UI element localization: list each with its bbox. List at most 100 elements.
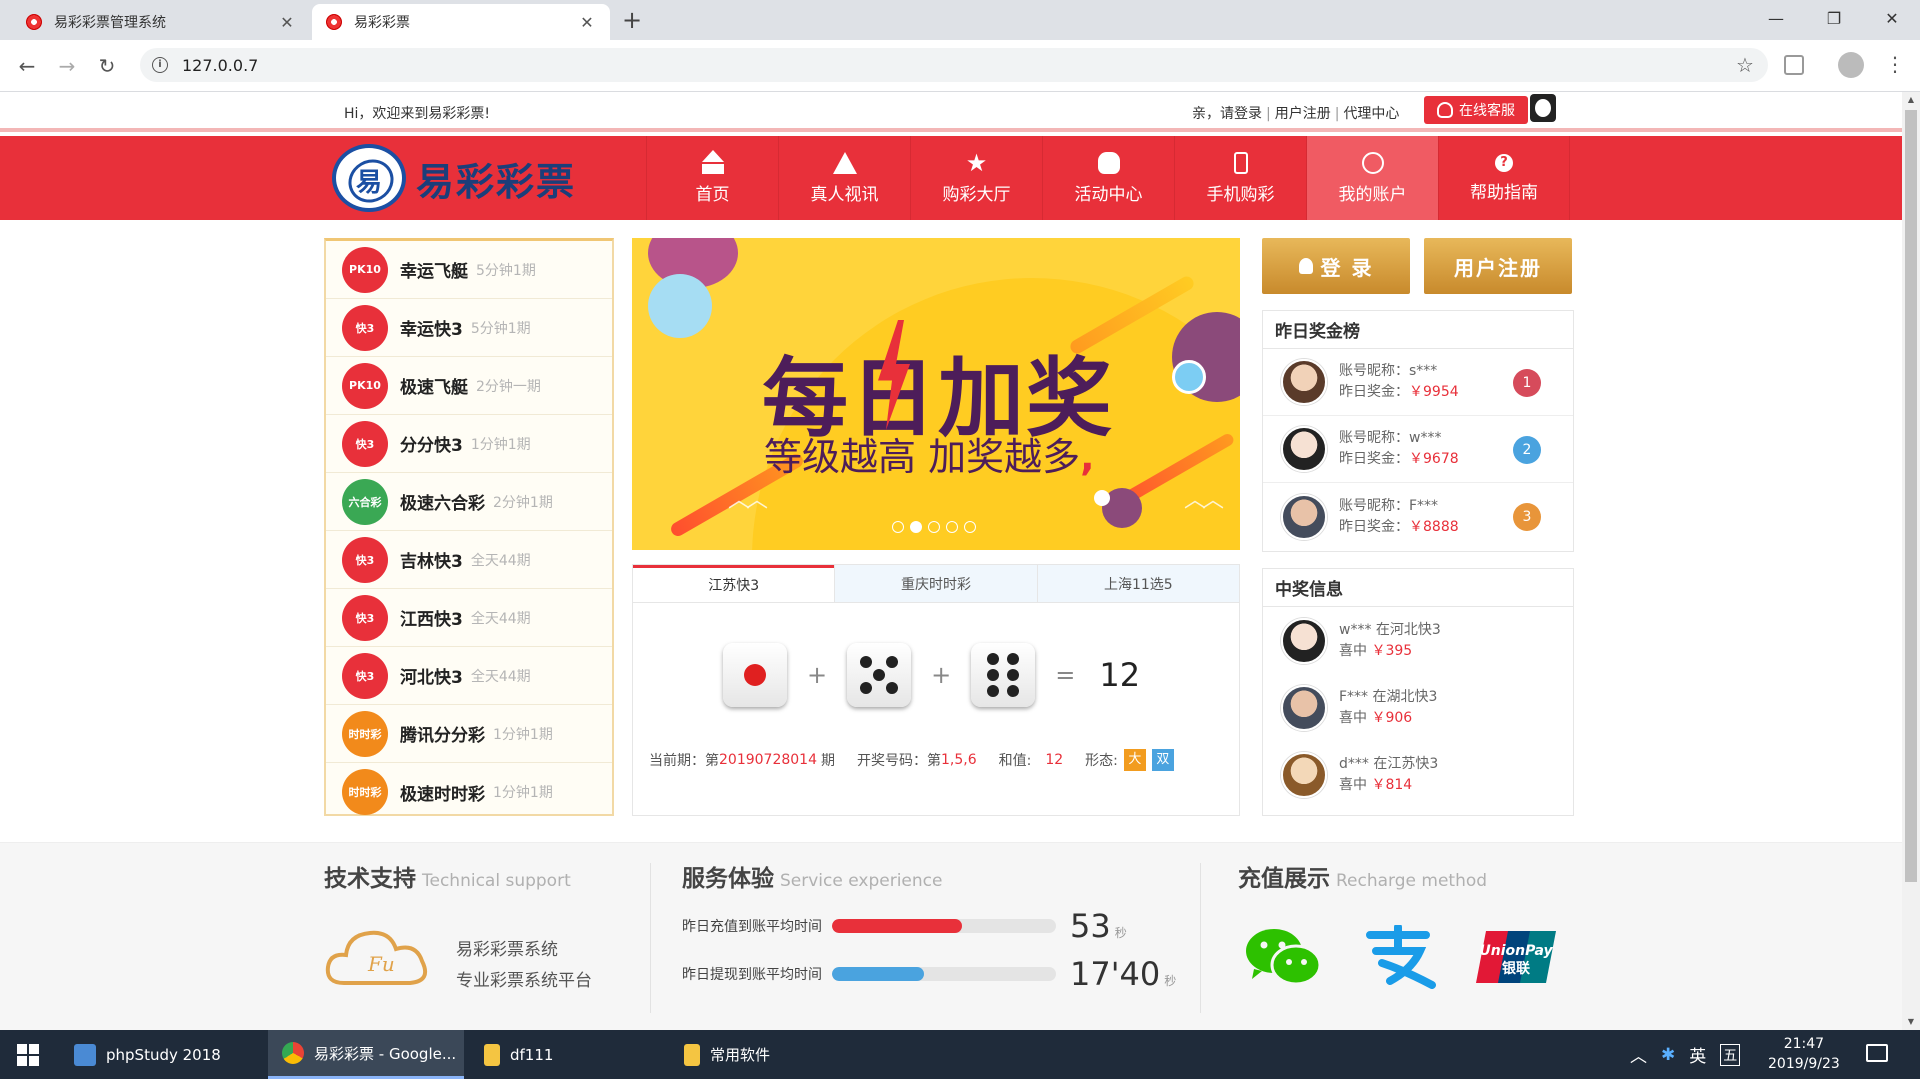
window-restore-icon[interactable]: ❐ bbox=[1812, 4, 1856, 34]
support-text: 易彩彩票系统 专业彩票系统平台 bbox=[456, 935, 592, 997]
logo-text: 易彩彩票 bbox=[416, 158, 577, 204]
pk10-logo-icon: PK10 bbox=[342, 362, 388, 409]
cloud-logo-text: Fu bbox=[367, 952, 395, 976]
scrollbar-thumb[interactable] bbox=[1905, 110, 1917, 882]
qq-penguin-icon[interactable] bbox=[1530, 94, 1556, 122]
lottery-item[interactable]: 快3 分分快3 1分钟1期 bbox=[326, 415, 612, 473]
tech-support-section: 技术支持 Technical support bbox=[324, 859, 571, 893]
lottery-item[interactable]: 快3 吉林快3 全天44期 bbox=[326, 531, 612, 589]
nav-label: 活动中心 bbox=[1074, 184, 1143, 205]
lottery-item[interactable]: 时时彩 腾讯分分彩 1分钟1期 bbox=[326, 705, 612, 763]
login-button[interactable]: 登 录 bbox=[1262, 238, 1410, 294]
taskbar-item-chrome[interactable]: 易彩彩票 - Google... bbox=[268, 1030, 464, 1079]
bluetooth-icon[interactable]: ✱ bbox=[1661, 1045, 1675, 1065]
carousel-dot[interactable] bbox=[892, 521, 904, 533]
browser-menu-icon[interactable]: ⋮ bbox=[1882, 52, 1908, 78]
folder-icon bbox=[684, 1043, 700, 1066]
scroll-up-arrow-icon[interactable]: ▲ bbox=[1902, 92, 1920, 108]
tab-close-icon[interactable]: ✕ bbox=[278, 13, 296, 32]
cloud-logo-icon: Fu bbox=[325, 930, 427, 985]
shape-double-badge: 双 bbox=[1151, 749, 1174, 771]
promo-banner[interactable]: ︿︿ ︿︿ 每日加奖 等级越高 加奖越多, bbox=[632, 238, 1240, 550]
top-info-bar: Hi，欢迎来到易彩彩票! 亲，请登录 | 用户注册 | 代理中心 在线客服 bbox=[0, 92, 1902, 132]
notification-center-icon[interactable] bbox=[1866, 1044, 1888, 1062]
service-unit: 秒 bbox=[1164, 974, 1177, 988]
reload-icon[interactable]: ↻ bbox=[92, 51, 122, 81]
extension-icon[interactable] bbox=[1784, 55, 1804, 75]
nav-label: 帮助指南 bbox=[1470, 182, 1538, 203]
new-tab-plus-icon[interactable]: + bbox=[622, 6, 642, 34]
lottery-item[interactable]: 六合彩 极速六合彩 2分钟1期 bbox=[326, 473, 612, 531]
zigzag-icon: ︿︿ bbox=[1184, 488, 1224, 513]
login-link[interactable]: 亲，请登录 bbox=[1192, 106, 1262, 122]
footer-divider bbox=[1200, 863, 1201, 1013]
rank-badge: 1 bbox=[1513, 369, 1541, 397]
lottery-item[interactable]: 快3 幸运快3 5分钟1期 bbox=[326, 299, 612, 357]
taskbar-clock[interactable]: 21:47 2019/9/23 bbox=[1768, 1034, 1840, 1074]
browser-tab-lottery[interactable]: 易彩彩票 ✕ bbox=[312, 4, 610, 40]
lottery-name: 极速飞艇 bbox=[400, 378, 468, 398]
carousel-dot[interactable] bbox=[964, 521, 976, 533]
scroll-down-arrow-icon[interactable]: ▼ bbox=[1902, 1014, 1920, 1030]
window-close-icon[interactable]: ✕ bbox=[1870, 4, 1914, 34]
tab-shanghai-11x5[interactable]: 上海11选5 bbox=[1036, 565, 1239, 602]
address-bar[interactable]: i 127.0.0.7 bbox=[140, 48, 1768, 82]
tab-close-icon[interactable]: ✕ bbox=[578, 13, 596, 32]
tab-title: 易彩彩票 bbox=[354, 15, 410, 31]
login-button-label: 登 录 bbox=[1320, 255, 1374, 280]
tab-jiangsu-k3[interactable]: 江苏快3 bbox=[633, 565, 835, 602]
nav-item-live-video[interactable]: 真人视讯 bbox=[778, 136, 910, 220]
draw-tabs: 江苏快3 重庆时时彩 上海11选5 bbox=[633, 565, 1239, 603]
lottery-name: 幸运快3 bbox=[400, 320, 463, 340]
lottery-item[interactable]: PK10 极速飞艇 2分钟一期 bbox=[326, 357, 612, 415]
taskbar-label: 易彩彩票 - Google... bbox=[314, 1044, 457, 1063]
taskbar-item-folder-software[interactable]: 常用软件 bbox=[670, 1030, 866, 1079]
carousel-dot[interactable] bbox=[928, 521, 940, 533]
taskbar-item-folder-df111[interactable]: df111 bbox=[470, 1030, 666, 1079]
profile-avatar-icon[interactable] bbox=[1838, 52, 1864, 78]
mark-six-logo-icon: 六合彩 bbox=[342, 478, 388, 525]
hit-label: 喜中 bbox=[1339, 709, 1367, 726]
taskbar-item-phpstudy[interactable]: phpStudy 2018 bbox=[60, 1030, 264, 1079]
site-logo[interactable]: 易彩彩票 bbox=[332, 142, 582, 214]
tray-expand-chevron-icon[interactable]: ︿ bbox=[1630, 1042, 1647, 1067]
section-title-en: Service experience bbox=[780, 871, 943, 891]
bookmark-star-icon[interactable]: ☆ bbox=[1736, 53, 1754, 77]
die-pip bbox=[860, 656, 873, 668]
carousel-dot[interactable] bbox=[910, 521, 922, 533]
register-link[interactable]: 用户注册 bbox=[1275, 106, 1331, 122]
zigzag-icon: ︿︿ bbox=[728, 488, 768, 513]
site-info-icon[interactable]: i bbox=[152, 57, 168, 73]
tab-chongqing-ssc[interactable]: 重庆时时彩 bbox=[834, 565, 1037, 602]
support-line: 易彩彩票系统 bbox=[456, 940, 558, 960]
carousel-dot[interactable] bbox=[946, 521, 958, 533]
support-line: 专业彩票系统平台 bbox=[456, 971, 592, 991]
alipay-icon bbox=[1366, 925, 1436, 989]
forward-arrow-icon[interactable]: → bbox=[52, 51, 82, 81]
nav-item-help[interactable]: ? 帮助指南 bbox=[1438, 136, 1570, 220]
winner-name: w*** bbox=[1409, 430, 1442, 446]
lottery-frequency: 1分钟1期 bbox=[493, 785, 553, 801]
ime-indicator[interactable]: 英 bbox=[1689, 1042, 1706, 1067]
start-button[interactable] bbox=[0, 1030, 56, 1079]
nav-item-my-account[interactable]: 我的账户 bbox=[1306, 136, 1438, 220]
prize-amount: ￥9678 bbox=[1409, 451, 1459, 467]
lottery-item[interactable]: 时时彩 极速时时彩 1分钟1期 bbox=[326, 763, 612, 821]
page-scrollbar[interactable]: ▲ ▼ bbox=[1902, 92, 1920, 1030]
lottery-item[interactable]: PK10 幸运飞艇 5分钟1期 bbox=[326, 241, 612, 299]
back-arrow-icon[interactable]: ← bbox=[12, 51, 42, 81]
browser-tab-admin[interactable]: 易彩彩票管理系统 ✕ bbox=[12, 4, 310, 40]
nav-item-home[interactable]: 首页 bbox=[646, 136, 778, 220]
nav-item-activity-center[interactable]: 活动中心 bbox=[1042, 136, 1174, 220]
register-button[interactable]: 用户注册 bbox=[1424, 238, 1572, 294]
nav-item-mobile[interactable]: 手机购彩 bbox=[1174, 136, 1306, 220]
hit-label: 喜中 bbox=[1339, 642, 1367, 659]
window-minimize-icon[interactable]: — bbox=[1754, 4, 1798, 34]
ime-mode-indicator[interactable]: 五 bbox=[1720, 1043, 1741, 1066]
nav-item-lottery-hall[interactable]: ★ 购彩大厅 bbox=[910, 136, 1042, 220]
online-service-button[interactable]: 在线客服 bbox=[1424, 96, 1528, 124]
die-face-5-icon bbox=[847, 643, 912, 707]
lottery-item[interactable]: 快3 江西快3 全天44期 bbox=[326, 589, 612, 647]
agent-link[interactable]: 代理中心 bbox=[1343, 106, 1399, 122]
lottery-item[interactable]: 快3 河北快3 全天44期 bbox=[326, 647, 612, 705]
